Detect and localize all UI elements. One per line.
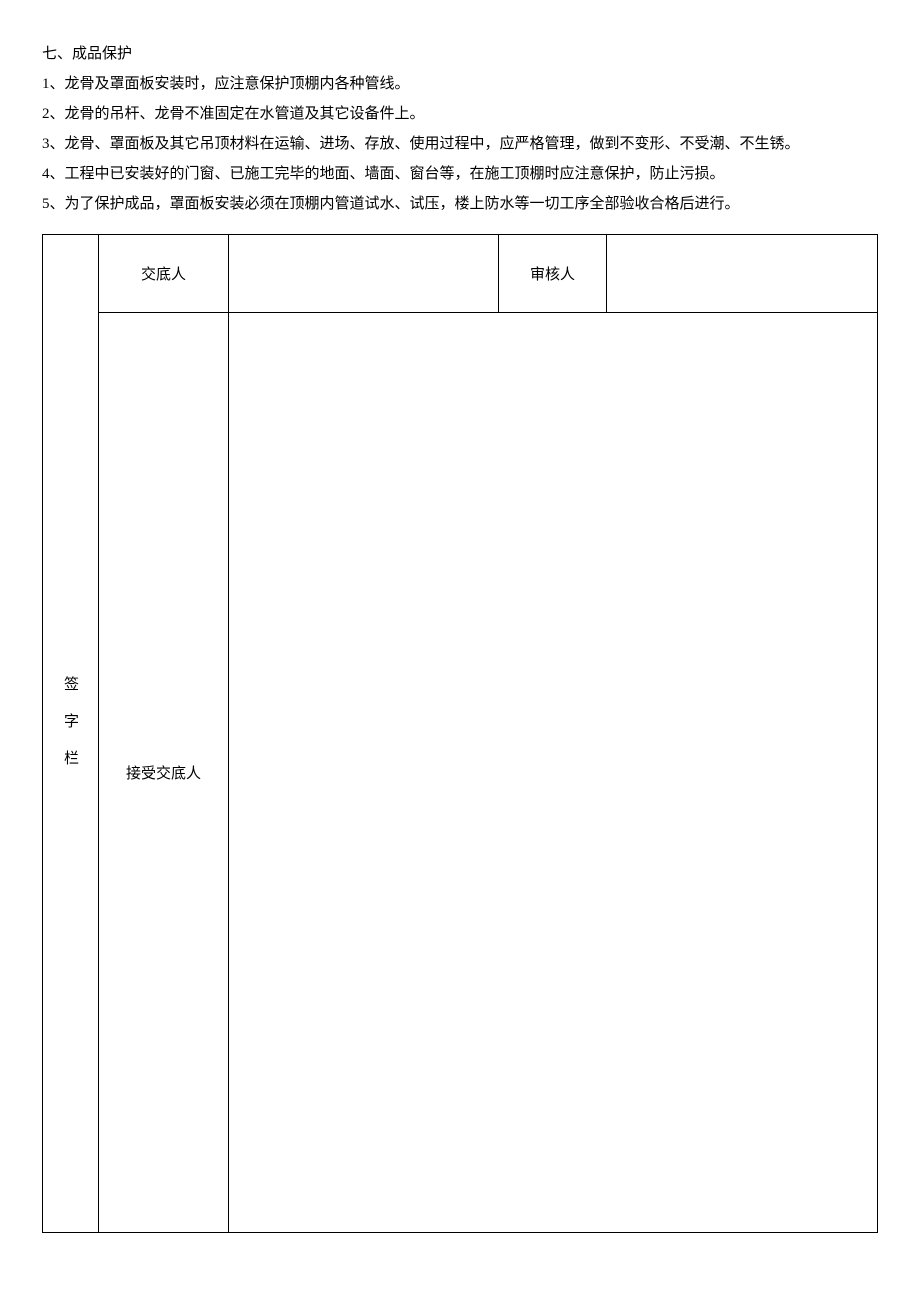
list-item: 3、龙骨、罩面板及其它吊顶材料在运输、进场、存放、使用过程中，应严格管理，做到不… [42, 132, 878, 156]
reviewer-value [607, 235, 878, 313]
presenter-value [229, 235, 499, 313]
list-item: 1、龙骨及罩面板安装时，应注意保护顶棚内各种管线。 [42, 72, 878, 96]
list-item: 5、为了保护成品，罩面板安装必须在顶棚内管道试水、试压，楼上防水等一切工序全部验… [42, 192, 878, 216]
list-item: 2、龙骨的吊杆、龙骨不准固定在水管道及其它设备件上。 [42, 102, 878, 126]
side-label: 签字栏 [60, 676, 81, 787]
signature-table: 签字栏 交底人 审核人 接受交底人 [42, 234, 878, 1233]
presenter-label: 交底人 [99, 235, 229, 313]
section-title: 七、成品保护 [42, 42, 878, 66]
receiver-label: 接受交底人 [99, 313, 229, 1233]
receiver-value [229, 313, 878, 1233]
side-label-cell: 签字栏 [43, 235, 99, 1233]
reviewer-label: 审核人 [499, 235, 607, 313]
list-item: 4、工程中已安装好的门窗、已施工完毕的地面、墙面、窗台等，在施工顶棚时应注意保护… [42, 162, 878, 186]
